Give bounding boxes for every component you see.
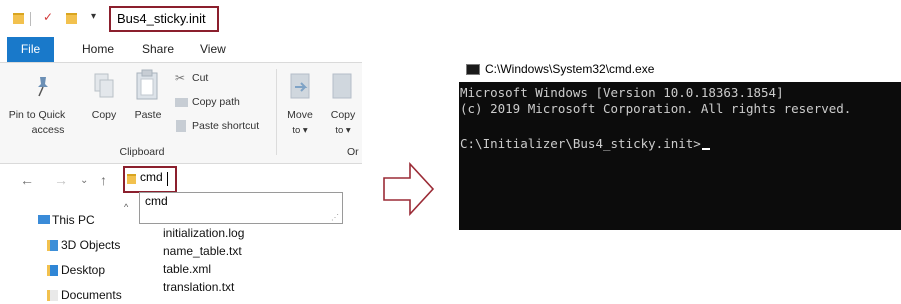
quick-access-toolbar: ✓ ▾ Bus4_sticky.init (0, 0, 362, 34)
file-explorer-window: ✓ ▾ Bus4_sticky.init File Home Share Vie… (0, 0, 362, 304)
ribbon-group-divider (276, 69, 277, 155)
copy-to-label-line1: Copy (330, 109, 356, 121)
toolbar-divider (30, 12, 31, 26)
console-prompt: C:\Initializer\Bus4_sticky.init> (460, 136, 701, 151)
address-autocomplete: cmd ⋰ (139, 192, 343, 224)
copy-icon (94, 73, 114, 98)
clipboard-group-label: Clipboard (119, 146, 165, 158)
recent-locations-icon[interactable]: ⌄ (80, 175, 88, 186)
nav-item-documents[interactable]: Documents (47, 288, 147, 304)
move-to-button[interactable]: Move to ▾ (281, 63, 319, 143)
computer-icon (38, 215, 50, 224)
copy-to-icon (332, 73, 352, 99)
nav-scroll-up-icon[interactable]: ^ (124, 202, 128, 212)
folder-icon[interactable] (13, 13, 24, 27)
file-item[interactable]: initialization.log (163, 226, 244, 240)
copy-path-button[interactable]: Copy path (175, 95, 265, 111)
properties-check-icon[interactable]: ✓ (43, 10, 53, 24)
forward-arrow-icon[interactable]: → (54, 172, 68, 188)
text-caret (167, 172, 168, 186)
ribbon-tabs: File Home Share View (0, 37, 362, 62)
tab-file[interactable]: File (7, 37, 54, 62)
move-to-icon (290, 73, 310, 99)
file-item[interactable]: translation.txt (163, 280, 234, 294)
move-to-label-line1: Move (287, 109, 313, 121)
address-folder-icon (127, 174, 136, 184)
copy-label: Copy (91, 109, 117, 121)
copy-path-icon (175, 98, 188, 107)
cut-label: Cut (192, 72, 209, 84)
cmd-icon (466, 64, 480, 75)
up-arrow-icon[interactable]: ↑ (100, 172, 107, 188)
nav-item-3d-objects[interactable]: 3D Objects (47, 238, 147, 254)
console-line: Microsoft Windows [Version 10.0.18363.18… (460, 85, 784, 100)
paste-button[interactable]: Paste (130, 63, 166, 143)
documents-icon (47, 290, 58, 301)
scissors-icon: ✂ (175, 71, 186, 85)
console-line: (c) 2019 Microsoft Corporation. All righ… (460, 101, 852, 116)
copy-to-label-line2: to ▾ (335, 125, 351, 136)
paste-shortcut-button[interactable]: Paste shortcut (175, 119, 275, 135)
organize-group-label: Or (347, 146, 359, 158)
cmd-title-bar[interactable]: C:\Windows\System32\cmd.exe (459, 58, 901, 82)
new-folder-icon[interactable] (66, 13, 77, 27)
ribbon-home: Pin to Quick access Copy Paste ✂ Cut Cop… (0, 62, 362, 164)
cmd-title: C:\Windows\System32\cmd.exe (485, 62, 655, 76)
3d-objects-icon (47, 240, 58, 251)
nav-item-label: Desktop (61, 263, 106, 277)
customize-toolbar-icon[interactable]: ▾ (91, 11, 96, 22)
copy-to-button[interactable]: Copy to ▾ (324, 63, 362, 143)
back-arrow-icon[interactable]: ← (20, 172, 34, 188)
pin-icon (38, 77, 48, 97)
paste-shortcut-label: Paste shortcut (192, 120, 260, 132)
copy-path-label: Copy path (192, 96, 240, 108)
tab-share[interactable]: Share (142, 37, 174, 62)
move-to-label-line2: to ▾ (292, 125, 308, 136)
resize-grip-icon[interactable]: ⋰ (331, 213, 339, 222)
cut-button[interactable]: ✂ Cut (175, 71, 265, 87)
tab-view[interactable]: View (200, 37, 226, 62)
pin-label-line1: Pin to Quick (8, 109, 66, 121)
pin-label-line2: access (31, 124, 65, 136)
paste-shortcut-icon (176, 120, 186, 132)
file-item[interactable]: name_table.txt (163, 244, 242, 258)
console-cursor (701, 148, 710, 150)
nav-item-label: 3D Objects (61, 238, 121, 252)
nav-item-label: Documents (61, 288, 122, 302)
paste-icon (136, 69, 158, 100)
nav-item-this-pc[interactable]: This PC (38, 213, 138, 229)
pin-to-quick-access-button[interactable]: Pin to Quick access (0, 63, 74, 143)
nav-item-label: This PC (52, 213, 95, 227)
paste-label: Paste (134, 109, 162, 121)
file-item[interactable]: table.xml (163, 262, 211, 276)
autocomplete-item[interactable]: cmd (145, 194, 168, 208)
address-input[interactable]: cmd (140, 170, 163, 184)
cmd-window: C:\Windows\System32\cmd.exe Microsoft Wi… (459, 58, 901, 230)
desktop-icon (47, 265, 58, 276)
console-prompt-line[interactable]: C:\Initializer\Bus4_sticky.init> (460, 136, 710, 151)
right-arrow-icon (383, 162, 435, 216)
tab-home[interactable]: Home (82, 37, 114, 62)
window-title: Bus4_sticky.init (109, 6, 219, 32)
nav-item-desktop[interactable]: Desktop (47, 263, 147, 279)
copy-button[interactable]: Copy (84, 63, 124, 143)
